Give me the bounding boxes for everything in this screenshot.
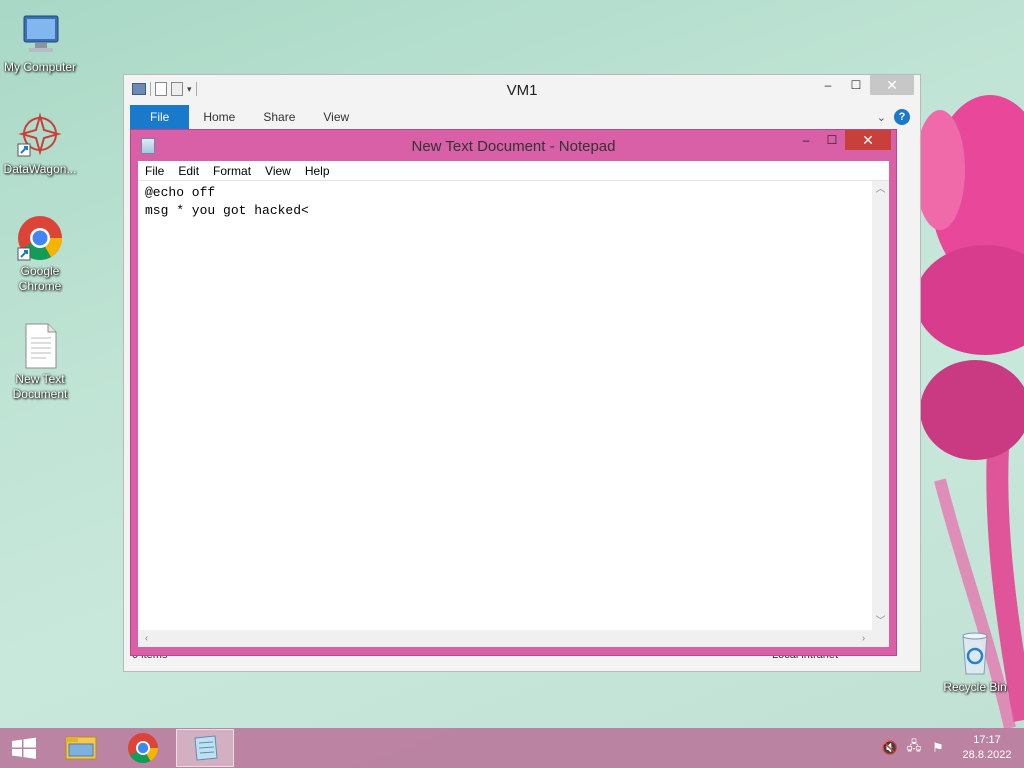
- explorer-window-controls: – ☐ ✕: [814, 75, 914, 95]
- menu-file[interactable]: File: [138, 164, 171, 178]
- desktop-icon-label: My Computer: [3, 60, 77, 74]
- tab-view[interactable]: View: [309, 105, 363, 129]
- notepad-window-controls: – ☐ ✕: [793, 130, 891, 150]
- close-button[interactable]: ✕: [845, 130, 891, 150]
- menu-view[interactable]: View: [258, 164, 298, 178]
- notepad-title: New Text Document - Notepad: [411, 138, 616, 155]
- network-icon[interactable]: 🖧: [902, 737, 926, 759]
- taskbar: 🔇 🖧 ⚑ 17:17 28.8.2022: [0, 728, 1024, 768]
- menu-help[interactable]: Help: [298, 164, 337, 178]
- recycle-bin-icon: [951, 630, 999, 678]
- scroll-down-icon[interactable]: ﹀: [872, 613, 889, 630]
- volume-muted-icon[interactable]: 🔇: [878, 740, 902, 756]
- close-button[interactable]: ✕: [870, 75, 914, 95]
- chrome-icon: [128, 733, 158, 764]
- text-document-icon: [16, 322, 64, 370]
- maximize-button[interactable]: ☐: [819, 130, 845, 150]
- computer-icon: [16, 10, 64, 58]
- action-center-flag-icon[interactable]: ⚑: [926, 740, 950, 756]
- expand-ribbon-icon[interactable]: ⌄: [877, 111, 886, 124]
- file-explorer-icon: [65, 736, 97, 760]
- desktop-icon-recycle-bin[interactable]: Recycle Bin: [935, 630, 1015, 695]
- taskbar-chrome[interactable]: [114, 729, 172, 767]
- ribbon-tabs: File Home Share View ⌄ ?: [130, 105, 914, 129]
- notepad-icon: [194, 735, 218, 761]
- explorer-title: VM1: [506, 82, 538, 99]
- desktop-icon-my-computer[interactable]: My Computer: [0, 10, 80, 75]
- desktop-icon-label: New Text Document: [12, 372, 68, 401]
- system-tray: 🔇 🖧 ⚑ 17:17 28.8.2022: [878, 728, 1024, 768]
- chrome-icon: [16, 214, 64, 262]
- notepad-editor: @echo off msg * you got hacked< ︿ ﹀ ‹ ›: [138, 181, 889, 647]
- resize-grip[interactable]: [872, 630, 889, 647]
- taskbar-file-explorer[interactable]: [52, 729, 110, 767]
- datawagon-icon: [16, 112, 64, 160]
- desktop-icon-label: Recycle Bin: [943, 680, 1007, 694]
- notepad-menu-bar: File Edit Format View Help: [138, 161, 889, 181]
- scroll-right-icon[interactable]: ›: [855, 630, 872, 647]
- desktop-icon-label: Google Chrome: [18, 264, 62, 293]
- help-icon[interactable]: ?: [894, 109, 910, 125]
- tab-home[interactable]: Home: [189, 105, 249, 129]
- explorer-title-bar[interactable]: ▾ VM1 – ☐ ✕: [124, 75, 920, 105]
- vertical-scrollbar[interactable]: ︿ ﹀: [872, 181, 889, 630]
- tab-file[interactable]: File: [130, 105, 190, 129]
- scroll-up-icon[interactable]: ︿: [872, 181, 889, 198]
- notepad-title-bar[interactable]: New Text Document - Notepad – ☐ ✕: [131, 130, 896, 161]
- clock[interactable]: 17:17 28.8.2022: [950, 733, 1024, 763]
- desktop-icon-new-text-document[interactable]: New Text Document: [0, 322, 80, 402]
- menu-format[interactable]: Format: [206, 164, 258, 178]
- maximize-button[interactable]: ☐: [842, 75, 870, 95]
- horizontal-scrollbar[interactable]: ‹ ›: [138, 630, 872, 647]
- start-button[interactable]: [0, 728, 48, 768]
- taskbar-notepad[interactable]: [176, 729, 234, 767]
- minimize-button[interactable]: –: [793, 130, 819, 150]
- clock-date: 28.8.2022: [962, 749, 1012, 761]
- windows-logo-icon: [12, 737, 36, 759]
- tab-share[interactable]: Share: [249, 105, 309, 129]
- desktop-icon-google-chrome[interactable]: Google Chrome: [0, 214, 80, 294]
- notepad-window[interactable]: New Text Document - Notepad – ☐ ✕ File E…: [130, 129, 897, 656]
- minimize-button[interactable]: –: [814, 75, 842, 95]
- desktop-icon-label: DataWagon...: [3, 162, 77, 176]
- menu-edit[interactable]: Edit: [171, 164, 206, 178]
- clock-time: 17:17: [973, 734, 1001, 746]
- desktop-icon-datawagon[interactable]: DataWagon...: [0, 112, 80, 177]
- scroll-left-icon[interactable]: ‹: [138, 630, 155, 647]
- notepad-text-area[interactable]: @echo off msg * you got hacked<: [138, 181, 872, 630]
